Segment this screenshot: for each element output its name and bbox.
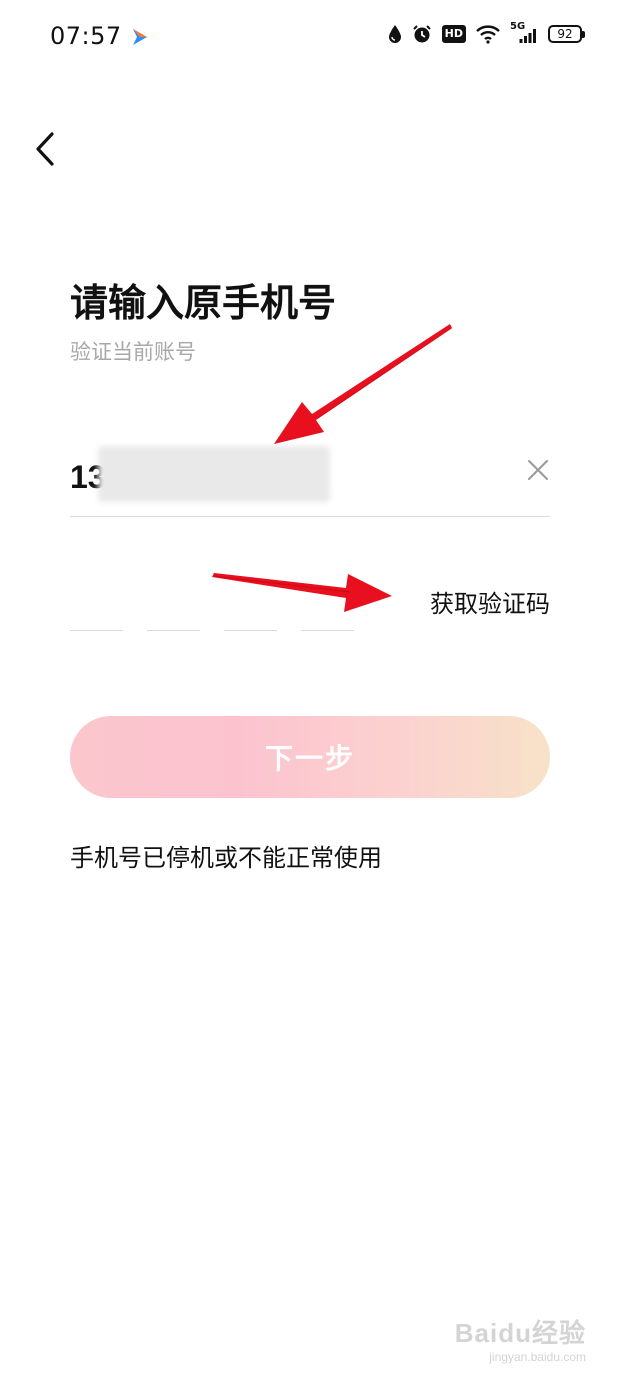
wifi-icon <box>476 24 500 44</box>
code-box-1[interactable] <box>70 630 123 631</box>
code-field: 获取验证码 <box>70 570 550 634</box>
status-bar: 07:57 HD 5G 92 <box>0 0 620 76</box>
close-icon <box>528 460 548 480</box>
status-time: 07:57 <box>50 22 122 50</box>
next-button[interactable]: 下一步 <box>70 716 550 798</box>
water-drop-icon <box>388 24 402 44</box>
page-title: 请输入原手机号 <box>70 281 337 325</box>
page-subtitle: 验证当前账号 <box>70 340 196 364</box>
code-box-4[interactable] <box>301 630 354 631</box>
battery-icon: 92 <box>548 25 585 43</box>
status-icons: HD 5G 92 <box>388 21 585 44</box>
watermark-main: Baidu经验 <box>454 1318 586 1348</box>
hd-icon: HD <box>441 25 466 43</box>
app-arrow-icon <box>131 27 149 51</box>
signal-5g-icon: 5G <box>510 21 538 44</box>
get-code-button[interactable]: 获取验证码 <box>430 584 550 619</box>
screen: 07:57 HD 5G 92 请输入原手机号 验证当前账号 13 获取验证码 下… <box>0 0 620 1386</box>
phone-blur-mask <box>98 446 330 502</box>
code-box-3[interactable] <box>224 630 277 631</box>
chevron-left-icon <box>36 132 54 166</box>
annotation-arrow-phone <box>274 324 453 444</box>
phone-field <box>70 444 550 517</box>
clear-button[interactable] <box>526 458 550 482</box>
back-button[interactable] <box>24 124 68 174</box>
alarm-icon <box>412 24 432 44</box>
baidu-watermark: Baidu经验 jingyan.baidu.com <box>455 1313 586 1364</box>
phone-stopped-link[interactable]: 手机号已停机或不能正常使用 <box>70 838 382 873</box>
code-box-2[interactable] <box>147 630 200 631</box>
watermark-sub: jingyan.baidu.com <box>489 1350 586 1364</box>
